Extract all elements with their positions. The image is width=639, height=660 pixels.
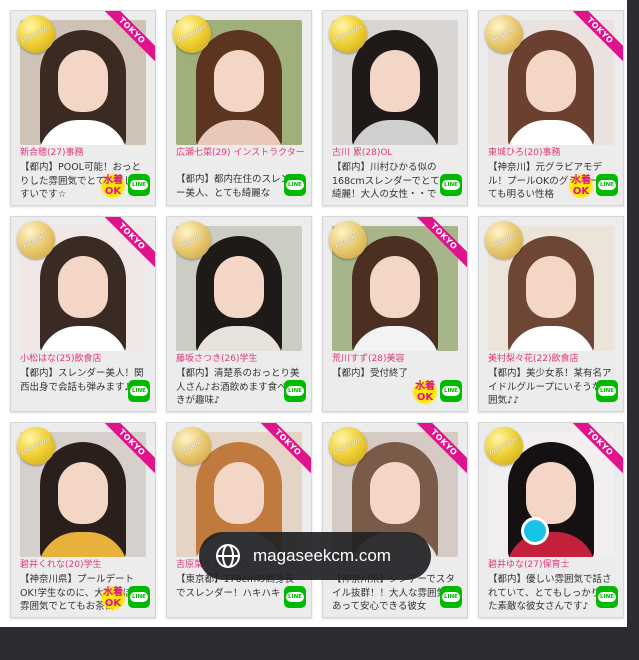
cast-card[interactable]: Premium TOKYO 碧井くれな(20)学生 【神奈川県】プールデートOK… (10, 422, 156, 618)
cast-card[interactable]: Premium 広瀬七菜(29) インストラクター 【都内】都内在住のスレンダー… (166, 10, 312, 206)
cast-card[interactable]: Premium 古川 累(28)OL 【都内】川村ひかる似の168cmスレンダー… (322, 10, 468, 206)
line-icon[interactable]: LINE (440, 380, 462, 402)
rank-badge: Reguler (173, 221, 211, 259)
cast-name[interactable]: 藤坂さつき(26)学生 (176, 353, 306, 365)
rank-badge: Reguler (17, 221, 55, 259)
rank-badge: Reguler (485, 15, 523, 53)
tokyo-ribbon: TOKYO (561, 11, 623, 73)
line-icon[interactable]: LINE (284, 380, 306, 402)
cast-name[interactable]: 新合穂(27)事務 (20, 147, 150, 159)
rank-badge: Premium (485, 427, 523, 465)
line-icon[interactable]: LINE (284, 174, 306, 196)
tokyo-ribbon: TOKYO (93, 11, 155, 73)
cast-card[interactable]: Reguler TOKYO 東城ひろ(20)事務 【神奈川】元グラビアモデル！プ… (478, 10, 624, 206)
line-icon[interactable]: LINE (596, 380, 618, 402)
swimsuit-ok-badge: 水着 OK (100, 585, 126, 611)
cast-name[interactable]: 荒川すず(28)美容 (332, 353, 462, 365)
cast-card[interactable]: Reguler 藤坂さつき(26)学生 【都内】清楚系のおっとり美人さん♪お酒飲… (166, 216, 312, 412)
rank-badge: Reguler (173, 427, 211, 465)
rank-badge: Premium (329, 15, 367, 53)
cast-name[interactable]: 古川 累(28)OL (332, 147, 462, 159)
cast-name[interactable]: 碧井ゆな(27)保育士 (488, 559, 618, 571)
cast-name[interactable]: 小松はな(25)飲食店 (20, 353, 150, 365)
cast-card[interactable]: Reguler 美村梨々花(22)飲食店 【都内】美少女系！某有名アイドルグルー… (478, 216, 624, 412)
cast-card[interactable]: Premium TOKYO 新合穂(27)事務 【都内】POOL可能！おっとりし… (10, 10, 156, 206)
tokyo-ribbon: TOKYO (405, 217, 467, 279)
url-text: magaseekcm.com (253, 546, 391, 565)
globe-icon (216, 544, 240, 568)
line-icon[interactable]: LINE (440, 174, 462, 196)
swimsuit-ok-badge: 水着 OK (100, 173, 126, 199)
cast-name[interactable]: 美村梨々花(22)飲食店 (488, 353, 618, 365)
line-icon[interactable]: LINE (284, 586, 306, 608)
rank-badge: Reguler (329, 221, 367, 259)
cast-name[interactable]: 広瀬七菜(29) インストラクター (176, 147, 306, 173)
line-icon[interactable]: LINE (128, 174, 150, 196)
url-pill[interactable]: magaseekcm.com (199, 532, 431, 580)
line-icon[interactable]: LINE (596, 174, 618, 196)
cast-name[interactable]: 東城ひろ(20)事務 (488, 147, 618, 159)
cast-name[interactable]: 碧井くれな(20)学生 (20, 559, 150, 571)
tokyo-ribbon: TOKYO (93, 217, 155, 279)
cast-card[interactable]: Premium TOKYO 碧井ゆな(27)保育士 【都内】優しい雰囲気で話され… (478, 422, 624, 618)
rank-badge: Premium (17, 427, 55, 465)
tokyo-ribbon: TOKYO (93, 423, 155, 485)
rank-badge: Reguler (485, 221, 523, 259)
line-icon[interactable]: LINE (596, 586, 618, 608)
cast-card[interactable]: Reguler TOKYO 小松はな(25)飲食店 【都内】スレンダー美人！関西… (10, 216, 156, 412)
cast-card[interactable]: Reguler TOKYO 吉原菜々子(30)OL 【東京都】170cmの高身長… (166, 422, 312, 618)
line-icon[interactable]: LINE (128, 380, 150, 402)
swimsuit-ok-badge: 水着 OK (568, 173, 594, 199)
cast-card[interactable]: Premium TOKYO 【神奈川県】シンデーでスタイル抜群！！大人な雰囲気が… (322, 422, 468, 618)
line-icon[interactable]: LINE (440, 586, 462, 608)
touch-indicator (521, 517, 549, 545)
swimsuit-ok-badge: 水着 OK (412, 379, 438, 405)
rank-badge: Premium (173, 15, 211, 53)
tokyo-ribbon: TOKYO (561, 423, 623, 485)
tokyo-ribbon: TOKYO (405, 423, 467, 485)
line-icon[interactable]: LINE (128, 586, 150, 608)
rank-badge: Premium (17, 15, 55, 53)
cast-card[interactable]: Reguler TOKYO 荒川すず(28)美容 【都内】受付終了 水着 OK L… (322, 216, 468, 412)
tokyo-ribbon: TOKYO (249, 423, 311, 485)
rank-badge: Premium (329, 427, 367, 465)
